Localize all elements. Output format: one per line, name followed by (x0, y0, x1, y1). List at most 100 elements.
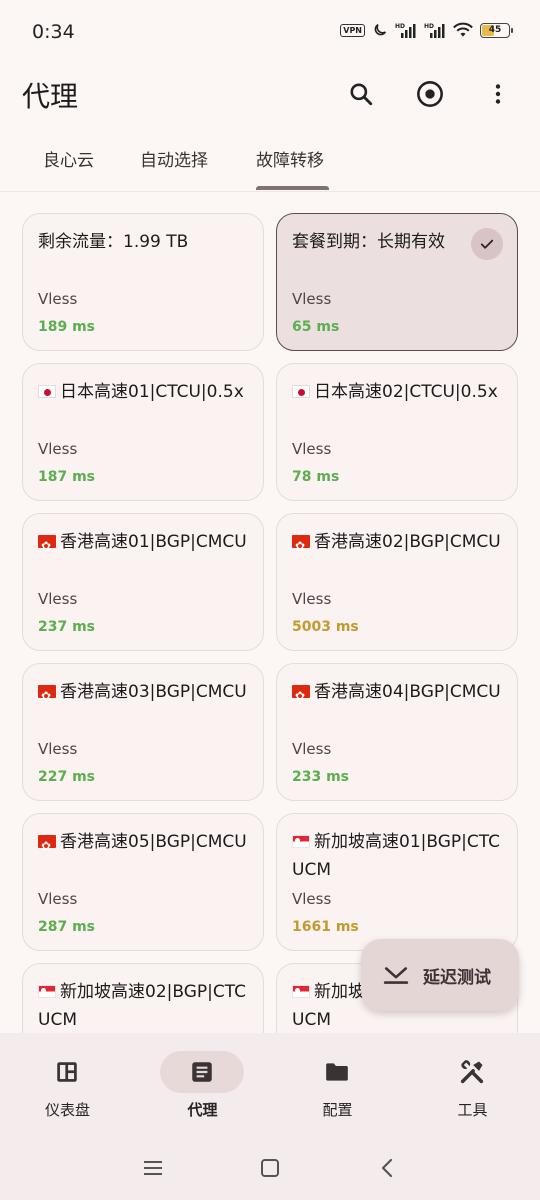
proxy-name-text: 日本高速01|CTCU|0.5x (60, 382, 244, 402)
battery-icon: 45 (480, 22, 513, 38)
hk-flag-icon (38, 832, 56, 860)
proxy-name-text: 香港高速03|BGP|CMCU (60, 682, 247, 702)
page-title: 代理 (22, 80, 79, 113)
nav-tools-label: 工具 (457, 1101, 488, 1119)
more-vert-icon (495, 84, 501, 104)
nav-pill (25, 1051, 109, 1093)
nav-dashboard-label: 仪表盘 (44, 1101, 90, 1119)
proxy-name: 香港高速05|BGP|CMCU (38, 828, 248, 884)
proxy-card[interactable]: 香港高速01|BGP|CMCU Vless 237 ms (22, 513, 264, 651)
proxy-type: Vless (292, 890, 332, 908)
group-tabs: 良心云 自动选择 故障转移 (0, 136, 540, 192)
vpn-icon: VPN (340, 23, 365, 37)
proxy-card[interactable]: 日本高速01|CTCU|0.5x Vless 187 ms (22, 363, 264, 501)
search-button[interactable] (341, 74, 381, 114)
proxy-delay: 287 ms (38, 919, 96, 935)
proxy-delay: 237 ms (38, 619, 96, 635)
proxy-delay: 187 ms (38, 469, 96, 485)
hk-flag-icon (38, 682, 56, 710)
proxy-type: Vless (292, 290, 332, 308)
proxy-name-text: 香港高速01|BGP|CMCU (60, 532, 247, 552)
proxy-name: 香港高速04|BGP|CMCU (292, 678, 502, 734)
moon-icon (374, 23, 387, 36)
proxy-name: 日本高速01|CTCU|0.5x (38, 378, 248, 434)
sg-flag-icon (38, 985, 56, 998)
svg-text:HD: HD (424, 23, 434, 30)
proxy-card[interactable]: 香港高速05|BGP|CMCU Vless 287 ms (22, 813, 264, 951)
nav-tools[interactable]: 工具 (405, 1033, 540, 1135)
back-button[interactable] (367, 1153, 407, 1183)
proxy-name: 香港高速01|BGP|CMCU (38, 528, 248, 584)
svg-text:HD: HD (395, 23, 405, 30)
proxy-type: Vless (38, 290, 78, 308)
proxy-delay: 189 ms (38, 319, 96, 335)
proxy-delay: 65 ms (292, 319, 340, 335)
wifi-icon (453, 22, 473, 37)
target-icon (417, 81, 443, 107)
jp-flag-icon (38, 385, 56, 398)
system-navigation (0, 1135, 540, 1200)
proxy-name: 套餐到期：长期有效 (292, 228, 502, 284)
proxy-delay: 5003 ms (292, 619, 359, 635)
proxy-card[interactable]: 剩余流量：1.99 TB Vless 189 ms (22, 213, 264, 351)
back-icon (381, 1158, 393, 1178)
more-options-button[interactable] (478, 74, 518, 114)
recents-button[interactable] (133, 1153, 173, 1183)
status-bar: 0:34 VPN HD HD 45 (0, 0, 540, 64)
proxy-type: Vless (292, 590, 332, 608)
top-app-bar: 代理 (0, 64, 540, 124)
proxy-card[interactable]: 日本高速02|CTCU|0.5x Vless 78 ms (276, 363, 518, 501)
hk-flag-icon (292, 682, 310, 710)
nav-config-label: 配置 (322, 1101, 353, 1119)
proxy-card[interactable]: 香港高速03|BGP|CMCU Vless 227 ms (22, 663, 264, 801)
sg-flag-icon (292, 835, 310, 848)
tools-icon (460, 1060, 484, 1084)
nav-proxy[interactable]: 代理 (135, 1033, 270, 1135)
proxy-card[interactable]: 新加坡高速01|BGP|CTCUCM Vless 1661 ms (276, 813, 518, 951)
nav-pill (160, 1051, 244, 1093)
nav-pill (295, 1051, 379, 1093)
proxy-type: Vless (292, 440, 332, 458)
battery-level: 45 (488, 24, 502, 35)
delay-test-label: 延迟测试 (423, 967, 491, 988)
proxy-name-text: 香港高速02|BGP|CMCU (314, 532, 501, 552)
proxy-type: Vless (38, 590, 78, 608)
bottom-navigation: 仪表盘 代理 配置 工具 (0, 1033, 540, 1135)
proxy-delay: 78 ms (292, 469, 340, 485)
hk-flag-icon (38, 532, 56, 560)
proxy-name-text: 日本高速02|CTCU|0.5x (314, 382, 498, 402)
proxy-grid: 剩余流量：1.99 TB Vless 189 ms 套餐到期：长期有效 Vless 65 … (22, 213, 518, 1033)
proxy-name-text: 套餐到期：长期有效 (292, 232, 445, 252)
nav-pill (430, 1051, 514, 1093)
signal-hd-icon: HD (424, 23, 445, 38)
nav-proxy-label: 代理 (187, 1101, 218, 1119)
folder-icon (326, 1063, 348, 1081)
hk-flag-icon (292, 532, 310, 560)
home-button[interactable] (250, 1153, 290, 1183)
nav-config[interactable]: 配置 (270, 1033, 405, 1135)
delay-test-button[interactable]: 延迟测试 (361, 939, 519, 1011)
proxy-name-text: 香港高速05|BGP|CMCU (60, 832, 247, 852)
tab-liangxinyun[interactable]: 良心云 (43, 146, 94, 171)
proxy-card[interactable]: 香港高速04|BGP|CMCU Vless 233 ms (276, 663, 518, 801)
proxy-name: 新加坡高速02|BGP|CTCUCM (38, 978, 248, 1033)
proxy-card[interactable]: 新加坡高速02|BGP|CTCUCM (22, 963, 264, 1033)
proxy-delay: 227 ms (38, 769, 96, 785)
proxy-card[interactable]: 香港高速02|BGP|CMCU Vless 5003 ms (276, 513, 518, 651)
jp-flag-icon (292, 385, 310, 398)
tab-auto-select[interactable]: 自动选择 (140, 146, 208, 171)
proxy-type: Vless (38, 740, 78, 758)
signal-hd-icon: HD (395, 23, 416, 38)
home-icon (261, 1159, 279, 1177)
article-icon (192, 1062, 212, 1082)
tab-failover[interactable]: 故障转移 (256, 146, 324, 171)
proxy-name: 新加坡高速01|BGP|CTCUCM (292, 828, 502, 884)
locate-button[interactable] (410, 74, 450, 114)
check-icon (471, 228, 503, 260)
proxy-name-text: 香港高速04|BGP|CMCU (314, 682, 501, 702)
proxy-card[interactable]: 套餐到期：长期有效 Vless 65 ms (276, 213, 518, 351)
sg-flag-icon (292, 985, 310, 998)
dashboard-icon (57, 1062, 77, 1082)
nav-dashboard[interactable]: 仪表盘 (0, 1033, 135, 1135)
proxy-delay: 233 ms (292, 769, 350, 785)
